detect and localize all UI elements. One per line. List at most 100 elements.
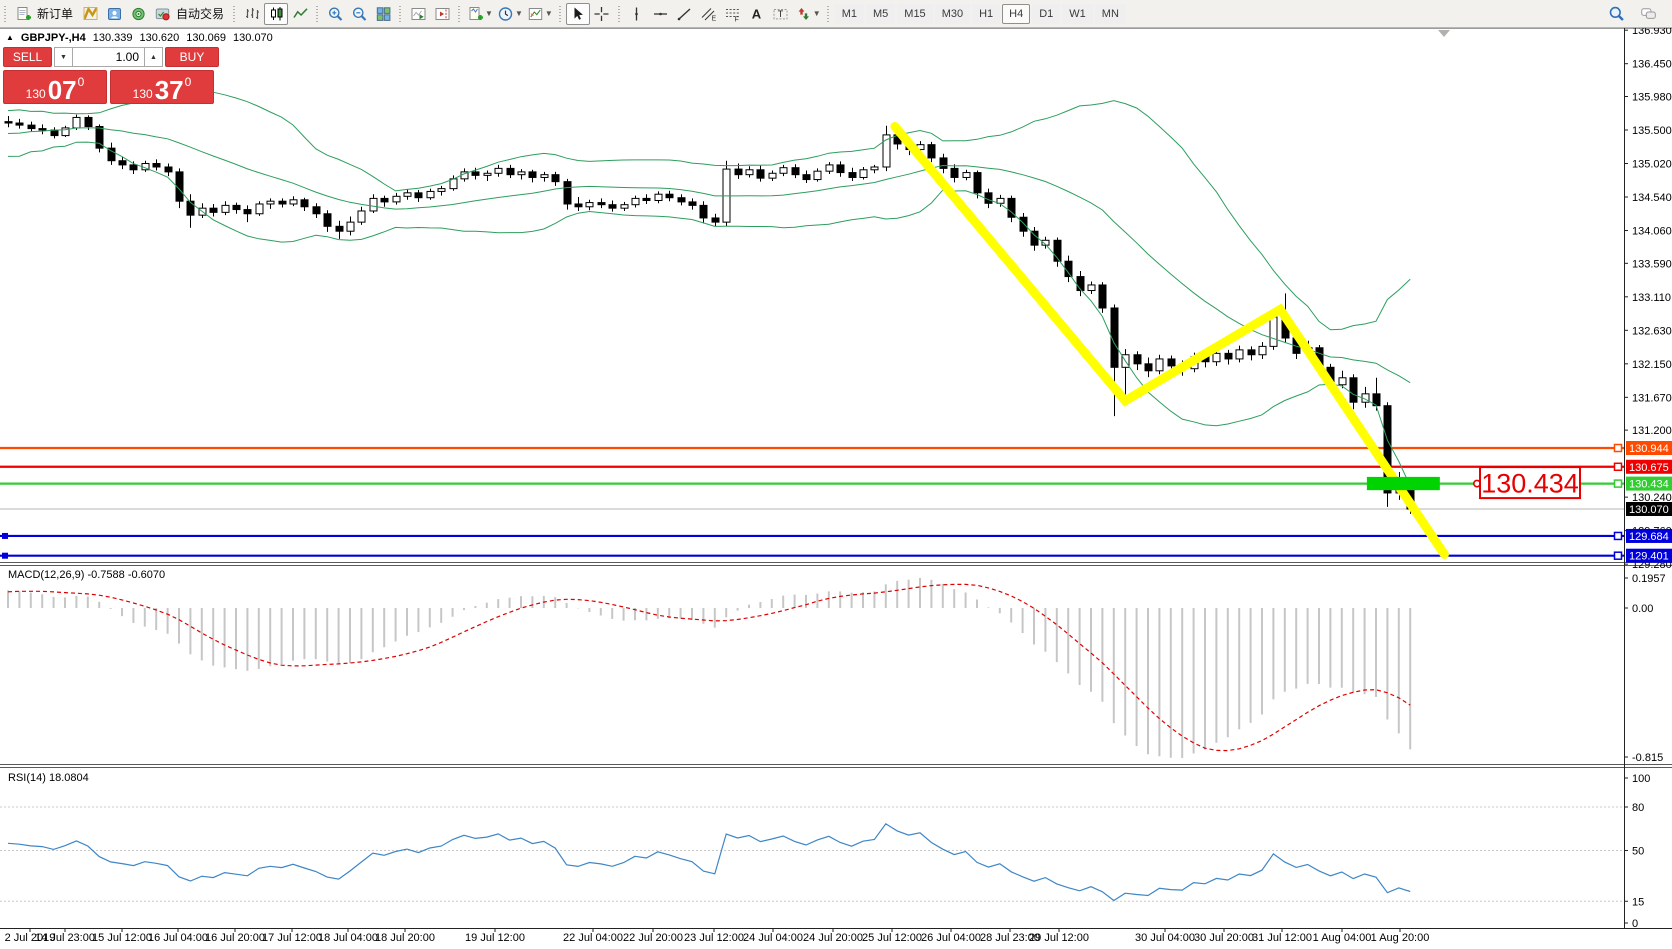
volume-input[interactable]: [73, 47, 144, 67]
timeframe-m15[interactable]: M15: [897, 4, 932, 24]
panel-collapse-icon[interactable]: ▲: [6, 34, 14, 42]
buy-price-button[interactable]: 130 37 0: [110, 70, 214, 104]
sell-price-button[interactable]: 130 07 0: [3, 70, 107, 104]
bollinger-bands: [8, 92, 1410, 486]
tile-windows-button[interactable]: [371, 3, 395, 25]
market-watch-button[interactable]: [126, 3, 150, 25]
timeframe-d1[interactable]: D1: [1032, 4, 1060, 24]
zoom-out-icon: [351, 6, 368, 22]
chart-shift-button[interactable]: [430, 3, 454, 25]
svg-text:30 Jul 20:00: 30 Jul 20:00: [1194, 932, 1254, 944]
svg-text:129.401: 129.401: [1629, 551, 1669, 563]
level-handle[interactable]: [1615, 480, 1622, 487]
chevron-down-icon[interactable]: ▼: [485, 9, 493, 18]
price-callout-130434[interactable]: 130.434: [1474, 467, 1580, 499]
new-order-button[interactable]: [11, 3, 35, 25]
timeframe-mn[interactable]: MN: [1095, 4, 1126, 24]
trendline-button[interactable]: [673, 3, 697, 25]
level-handle[interactable]: [1615, 552, 1622, 559]
chart-window-button[interactable]: [78, 3, 102, 25]
fibonacci-button[interactable]: F: [721, 3, 745, 25]
chevron-down-icon[interactable]: ▼: [545, 9, 553, 18]
toolbar-grip: [315, 4, 319, 24]
search-button[interactable]: [1604, 3, 1628, 25]
svg-text:131.670: 131.670: [1632, 392, 1672, 404]
vline-icon: [628, 6, 645, 22]
toolbar-grip: [3, 4, 7, 24]
zoom-out-button[interactable]: [347, 3, 371, 25]
sell-price-pips: 07: [48, 80, 77, 100]
macd-panel[interactable]: [8, 578, 1410, 758]
toolbar-grip: [617, 4, 621, 24]
equidistant-channel-button[interactable]: E: [697, 3, 721, 25]
svg-text:18 Jul 04:00: 18 Jul 04:00: [318, 932, 378, 944]
timeframe-h1[interactable]: H1: [972, 4, 1000, 24]
timeframe-m30[interactable]: M30: [935, 4, 970, 24]
text-label-button[interactable]: T: [769, 3, 793, 25]
periods-button[interactable]: ▼: [495, 3, 525, 25]
svg-text:130.675: 130.675: [1629, 462, 1669, 474]
toolbar-grip: [826, 4, 830, 24]
templates-button[interactable]: ▼: [525, 3, 555, 25]
level-handle[interactable]: [2, 533, 8, 539]
svg-text:15: 15: [1632, 896, 1644, 908]
rsi-panel[interactable]: [0, 807, 1624, 901]
volume-down-button[interactable]: ▼: [54, 47, 73, 67]
svg-text:F: F: [735, 16, 739, 22]
svg-text:130.434: 130.434: [1629, 479, 1669, 491]
crosshair-button[interactable]: [590, 3, 614, 25]
toolbar-grip: [558, 4, 562, 24]
chevron-down-icon[interactable]: ▼: [515, 9, 523, 18]
level-handle[interactable]: [1615, 463, 1622, 470]
ohlc-high: 130.620: [140, 32, 180, 44]
volume-up-button[interactable]: ▲: [144, 47, 163, 67]
time-axis[interactable]: 2 Jul 201914 Jul 23:0015 Jul 12:0016 Jul…: [5, 928, 1430, 944]
green-highlight-box[interactable]: [1367, 477, 1440, 490]
line-chart-button[interactable]: [288, 3, 312, 25]
auto-trading-button[interactable]: [150, 3, 174, 25]
svg-text:26 Jul 04:00: 26 Jul 04:00: [921, 932, 981, 944]
chevron-down-icon[interactable]: ▼: [813, 9, 821, 18]
new-order-label[interactable]: 新订单: [37, 5, 73, 22]
arrows-icon: [795, 6, 812, 22]
level-handle[interactable]: [2, 553, 8, 559]
svg-text:23 Jul 12:00: 23 Jul 12:00: [684, 932, 744, 944]
new-order-icon: [15, 6, 32, 22]
price-axis[interactable]: 136.930136.450135.980135.500135.020134.5…: [1624, 25, 1672, 571]
zoom-in-button[interactable]: [323, 3, 347, 25]
vertical-line-button[interactable]: [625, 3, 649, 25]
level-handle[interactable]: [1615, 532, 1622, 539]
label-icon: T: [772, 6, 789, 22]
profiles-button[interactable]: [102, 3, 126, 25]
macd-axis: 0.19570.00-0.815: [1624, 573, 1666, 764]
auto-trading-label[interactable]: 自动交易: [176, 5, 224, 22]
timeframe-w1[interactable]: W1: [1062, 4, 1093, 24]
bar-chart-button[interactable]: [240, 3, 264, 25]
text-icon: A: [748, 6, 765, 22]
chat-button[interactable]: [1636, 3, 1660, 25]
svg-text:50: 50: [1632, 846, 1644, 858]
timeframe-m1[interactable]: M1: [835, 4, 864, 24]
sell-button[interactable]: SELL: [3, 47, 52, 67]
timeframe-m5[interactable]: M5: [866, 4, 895, 24]
svg-text:0.00: 0.00: [1632, 603, 1653, 615]
level-handle[interactable]: [1615, 445, 1622, 452]
timeframe-h4[interactable]: H4: [1002, 4, 1030, 24]
candlestick-chart-button[interactable]: [264, 3, 288, 25]
line-chart-icon: [292, 6, 309, 22]
chart-window-icon: [82, 6, 99, 22]
cursor-button[interactable]: [566, 3, 590, 25]
auto-scroll-button[interactable]: [406, 3, 430, 25]
indicators-button[interactable]: ▼: [465, 3, 495, 25]
main-chart-panel[interactable]: [0, 92, 1624, 559]
text-button[interactable]: A: [745, 3, 769, 25]
sell-price-figure: 130: [26, 88, 46, 100]
arrows-button[interactable]: ▼: [793, 3, 823, 25]
horizontal-line-button[interactable]: [649, 3, 673, 25]
buy-button[interactable]: BUY: [165, 47, 219, 67]
svg-text:130.434: 130.434: [1481, 469, 1579, 499]
svg-text:130.070: 130.070: [1629, 504, 1669, 516]
svg-text:14 Jul 23:00: 14 Jul 23:00: [35, 932, 95, 944]
svg-text:100: 100: [1632, 773, 1650, 785]
chart-canvas[interactable]: 130.434136.930136.450135.980135.500135.0…: [0, 0, 1672, 949]
